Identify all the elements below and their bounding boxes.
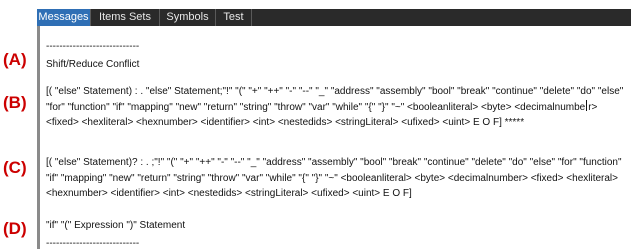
item-b-text-start: [( "else" Statement) : . "else" Statemen… [46, 86, 624, 113]
annotation-label-a: (A) [3, 50, 27, 69]
tab-items-sets[interactable]: Items Sets [91, 9, 160, 26]
conflict-item-b[interactable]: [( "else" Statement) : . "else" Statemen… [46, 84, 625, 131]
messages-panel[interactable]: ---------------------------- Shift/Reduc… [37, 26, 631, 249]
annotation-label-b: (B) [3, 93, 27, 112]
item-c-text: [( "else" Statement)? : . ;"!" "(" "+" "… [46, 157, 622, 199]
tab-test[interactable]: Test [216, 9, 252, 26]
annotation-label-d: (D) [3, 219, 27, 238]
tab-symbols[interactable]: Symbols [160, 9, 216, 26]
annotation-label-c: (C) [3, 158, 27, 177]
conflict-title: Shift/Reduce Conflict [46, 59, 140, 70]
conflict-item-c[interactable]: [( "else" Statement)? : . ;"!" "(" "+" "… [46, 155, 625, 202]
conflict-item-d[interactable]: "if" "(" Expression ")" Statement [46, 219, 185, 232]
tab-messages[interactable]: Messages [37, 9, 91, 26]
separator-top: ---------------------------- [46, 41, 140, 52]
tab-bar: Messages Items Sets Symbols Test [37, 9, 631, 26]
separator-bottom: ---------------------------- [46, 238, 140, 249]
